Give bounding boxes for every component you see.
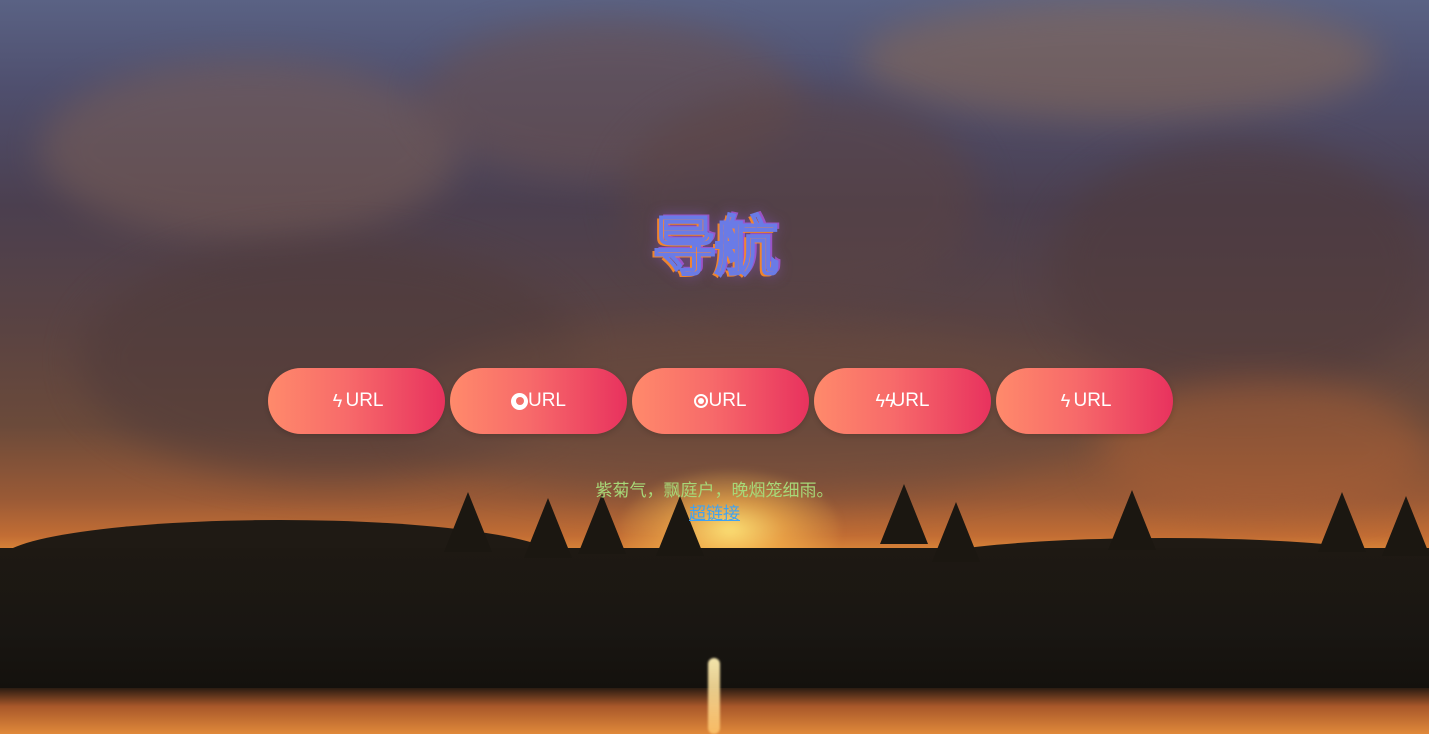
lightning-bolt-icon: ϟ (1060, 391, 1071, 411)
lightning-bolt-icon: ϟ (332, 391, 343, 411)
firefox-icon (510, 392, 528, 410)
nav-button-5[interactable]: ϟ URL (996, 368, 1173, 434)
nav-button-1[interactable]: ϟ URL (268, 368, 445, 434)
double-lightning-icon: ϟϟ (875, 391, 895, 411)
nav-button-label: URL (527, 390, 566, 411)
nav-button-2[interactable]: URL (450, 368, 627, 434)
nav-button-label: URL (345, 390, 384, 411)
nav-button-4[interactable]: ϟϟ URL (814, 368, 991, 434)
nav-button-row: ϟ URL URL URL ϟϟ URL ϟ URL (268, 368, 1178, 434)
nav-button-3[interactable]: URL (632, 368, 809, 434)
nav-button-label: URL (891, 390, 930, 411)
chrome-icon (694, 394, 709, 408)
nav-button-label: URL (1073, 390, 1112, 411)
hyperlink[interactable]: 超链接 (689, 504, 740, 524)
cloud-shape (860, 0, 1380, 120)
poem-text: 紫菊气，飘庭户，晚烟笼细雨。 (595, 481, 834, 501)
page-title: 导航 (652, 210, 780, 286)
hyperlink-row: 超链接 (0, 503, 1429, 525)
background-image (0, 0, 1429, 734)
sun-reflection (708, 658, 720, 734)
nav-button-label: URL (708, 390, 747, 411)
